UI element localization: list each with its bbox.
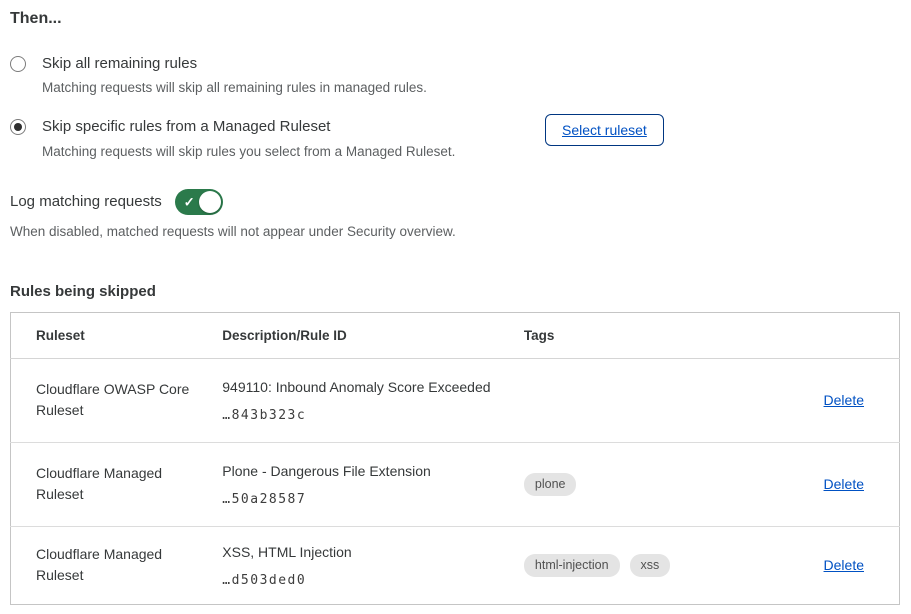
table-row: Cloudflare Managed Ruleset XSS, HTML Inj…	[11, 526, 900, 604]
toggle-knob	[199, 191, 221, 213]
delete-link[interactable]: Delete	[824, 557, 864, 573]
log-matching-requests-label: Log matching requests	[10, 193, 162, 210]
tags-cell: html-injection xss	[524, 526, 789, 604]
ruleset-name: Cloudflare Managed Ruleset	[36, 544, 204, 586]
rule-description: XSS, HTML Injection	[222, 543, 524, 561]
rule-id: …d503ded0	[222, 573, 524, 588]
option-label[interactable]: Skip all remaining rules	[42, 54, 519, 74]
ruleset-name: Cloudflare OWASP Core Ruleset	[36, 379, 204, 421]
radio-skip-specific[interactable]	[10, 119, 26, 135]
table-header-row: Ruleset Description/Rule ID Tags	[11, 312, 900, 358]
rules-table-body: Cloudflare OWASP Core Ruleset 949110: In…	[11, 358, 900, 604]
option-description: Matching requests will skip all remainin…	[42, 79, 519, 97]
option-label[interactable]: Skip specific rules from a Managed Rules…	[42, 117, 519, 137]
then-heading: Then...	[10, 10, 901, 28]
tags-cell	[524, 358, 789, 442]
table-row: Cloudflare OWASP Core Ruleset 949110: In…	[11, 358, 900, 442]
delete-link[interactable]: Delete	[824, 392, 864, 408]
tag-pill: html-injection	[524, 554, 620, 577]
delete-link[interactable]: Delete	[824, 476, 864, 492]
select-ruleset-button[interactable]: Select ruleset	[545, 114, 664, 146]
log-matching-requests-row: Log matching requests ✓	[10, 189, 901, 215]
rule-description: Plone - Dangerous File Extension	[222, 462, 524, 480]
column-header-ruleset: Ruleset	[11, 312, 223, 358]
rule-id: …843b323c	[222, 408, 524, 423]
ruleset-name: Cloudflare Managed Ruleset	[36, 463, 204, 505]
column-header-description: Description/Rule ID	[222, 312, 524, 358]
log-matching-requests-toggle[interactable]: ✓	[175, 189, 223, 215]
table-row: Cloudflare Managed Ruleset Plone - Dange…	[11, 442, 900, 526]
tags-cell: plone	[524, 442, 789, 526]
rules-being-skipped-heading: Rules being skipped	[10, 283, 901, 300]
tag-pill: plone	[524, 473, 577, 496]
log-toggle-description: When disabled, matched requests will not…	[10, 224, 901, 239]
column-header-action	[789, 312, 900, 358]
tag-pill: xss	[630, 554, 671, 577]
option-skip-all-remaining-rules: Skip all remaining rules Matching reques…	[10, 54, 901, 97]
waf-skip-rule-panel: Then... Skip all remaining rules Matchin…	[0, 0, 911, 605]
option-description: Matching requests will skip rules you se…	[42, 143, 519, 161]
column-header-tags: Tags	[524, 312, 789, 358]
option-skip-specific-rules: Skip specific rules from a Managed Rules…	[10, 117, 901, 160]
rule-id: …50a28587	[222, 492, 524, 507]
rule-description: 949110: Inbound Anomaly Score Exceeded	[222, 378, 524, 396]
check-icon: ✓	[184, 195, 195, 208]
rules-being-skipped-table: Ruleset Description/Rule ID Tags Cloudfl…	[10, 312, 900, 605]
radio-skip-all-remaining[interactable]	[10, 56, 26, 72]
